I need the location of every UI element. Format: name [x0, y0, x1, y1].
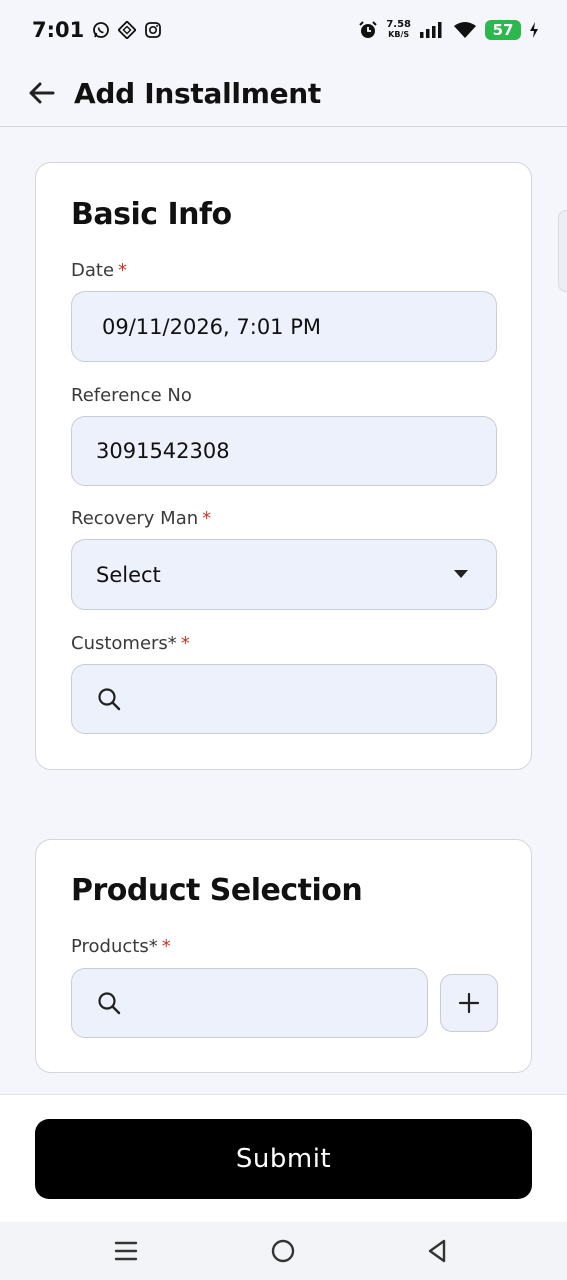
instagram-icon	[144, 21, 162, 39]
product-selection-card: Product Selection Products* *	[35, 839, 532, 1073]
status-right: 7.58 KB/S 57	[358, 20, 539, 40]
home-button[interactable]	[268, 1236, 298, 1266]
date-value: 09/11/2026, 7:01 PM	[102, 314, 322, 339]
customers-required-mark: *	[180, 633, 190, 654]
recovery-man-value: Select	[96, 562, 161, 587]
recents-button[interactable]	[111, 1236, 141, 1266]
alarm-icon	[358, 20, 378, 40]
net-speed-unit: KB/S	[388, 30, 410, 39]
app-notification-icon	[118, 21, 137, 39]
date-required-mark: *	[118, 260, 128, 281]
bottom-action-area: Submit	[0, 1094, 567, 1222]
reference-value: 3091542308	[96, 439, 230, 463]
status-left: 7:01	[32, 18, 162, 42]
recovery-man-label-text: Recovery Man	[71, 508, 199, 529]
search-icon	[96, 990, 122, 1016]
charging-icon	[529, 21, 539, 39]
reference-label-text: Reference No	[71, 385, 192, 406]
customers-label-text: Customers*	[71, 633, 177, 654]
plus-icon	[458, 992, 480, 1014]
recovery-man-required-mark: *	[202, 508, 212, 529]
side-drawer-handle[interactable]	[558, 210, 567, 292]
recovery-man-label: Recovery Man *	[71, 508, 211, 529]
whatsapp-icon	[92, 21, 110, 39]
products-required-mark: *	[161, 936, 171, 957]
system-nav-bar	[0, 1222, 567, 1280]
basic-info-title: Basic Info	[71, 197, 232, 232]
back-arrow-icon	[29, 82, 55, 104]
page-title: Add Installment	[74, 76, 321, 110]
wifi-icon	[453, 21, 477, 39]
chevron-down-icon	[454, 570, 468, 578]
back-icon	[428, 1239, 446, 1263]
home-icon	[271, 1239, 295, 1263]
app-bar: Add Installment	[0, 60, 567, 127]
date-label: Date *	[71, 260, 127, 281]
customers-label: Customers* *	[71, 633, 190, 654]
search-icon	[96, 686, 122, 712]
submit-button[interactable]: Submit	[35, 1119, 532, 1199]
basic-info-card: Basic Info Date * 09/11/2026, 7:01 PM Ref…	[35, 162, 532, 770]
status-bar: 7:01 7.58 KB/S 57	[0, 0, 567, 60]
product-selection-title: Product Selection	[71, 873, 363, 908]
date-field[interactable]: 09/11/2026, 7:01 PM	[71, 291, 497, 362]
net-speed-value: 7.58	[386, 19, 411, 30]
status-time: 7:01	[32, 18, 85, 42]
recovery-man-select[interactable]: Select	[71, 539, 497, 610]
customers-search-input[interactable]	[71, 664, 497, 734]
date-label-text: Date	[71, 260, 115, 281]
products-search-input[interactable]	[71, 968, 428, 1038]
back-button[interactable]	[24, 76, 58, 110]
battery-indicator: 57	[485, 20, 521, 40]
add-product-button[interactable]	[440, 974, 498, 1032]
reference-field[interactable]: 3091542308	[71, 416, 497, 486]
signal-icon	[419, 21, 445, 39]
reference-label: Reference No	[71, 385, 192, 406]
submit-button-label: Submit	[235, 1144, 332, 1174]
system-back-button[interactable]	[422, 1236, 452, 1266]
products-label: Products* *	[71, 936, 171, 957]
menu-icon	[114, 1241, 138, 1261]
products-label-text: Products*	[71, 936, 158, 957]
net-speed: 7.58 KB/S	[386, 20, 411, 40]
